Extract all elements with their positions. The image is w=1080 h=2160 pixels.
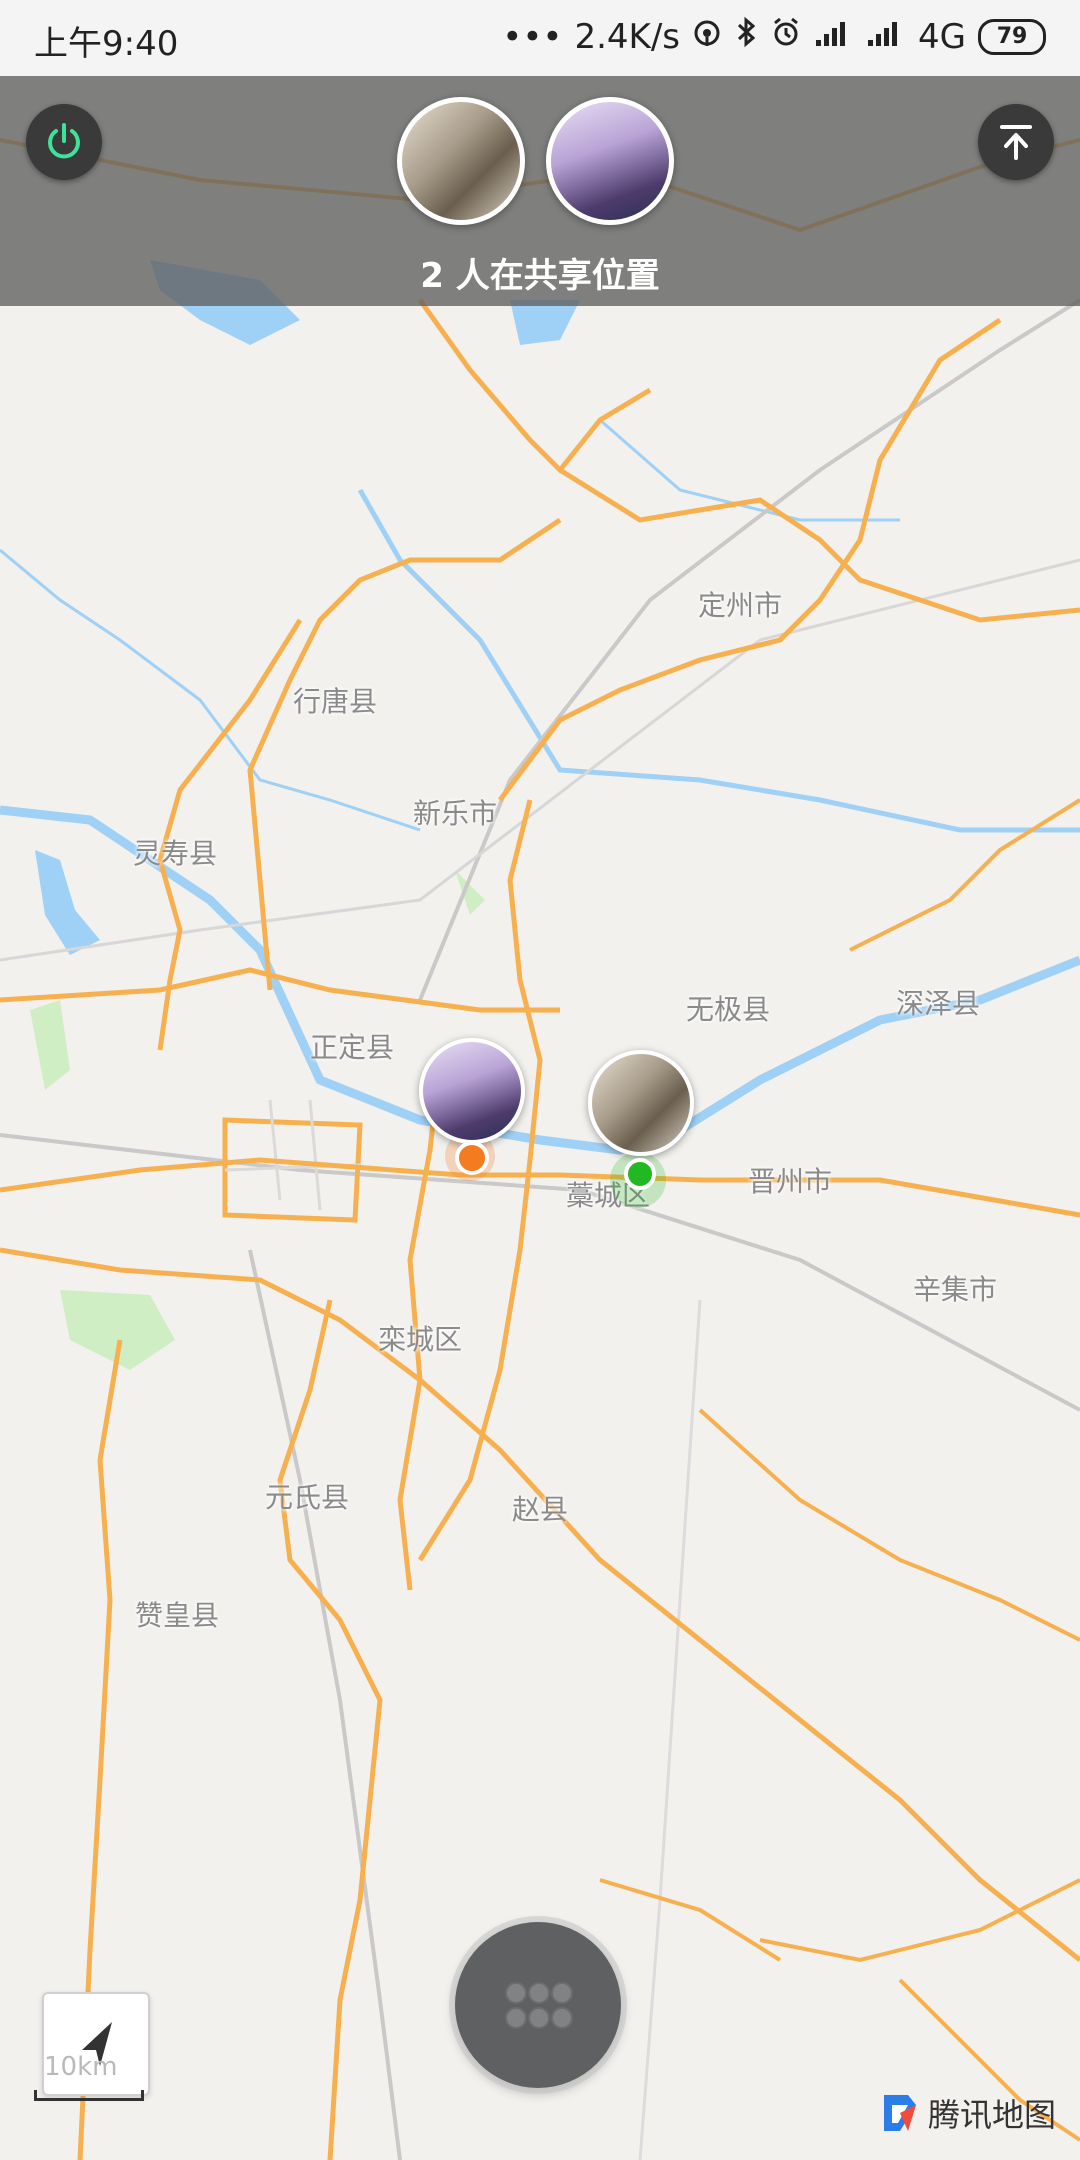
place-label: 深泽县	[895, 987, 981, 1020]
sharing-count-label: 2 人在共享位置	[420, 256, 660, 296]
user-location-dot	[624, 1158, 656, 1190]
place-label: 行唐县	[292, 685, 378, 718]
place-label: 辛集市	[912, 1273, 998, 1306]
status-bar: 上午9:40 ••• 2.4K/s 4G 79	[0, 0, 1080, 76]
arrow-up-to-top-icon	[1000, 125, 1032, 160]
status-time: 上午9:40	[34, 24, 179, 64]
user-location-dot	[455, 1141, 489, 1175]
hotspot-icon	[692, 17, 722, 57]
network-type: 4G	[918, 16, 966, 57]
map-scale-bar	[34, 2090, 144, 2101]
map-brand: 腾讯地图	[878, 2090, 1056, 2136]
place-label: 栾城区	[377, 1323, 463, 1356]
brand-name: 腾讯地图	[928, 2096, 1057, 2134]
place-label: 无极县	[685, 993, 771, 1026]
place-label: 定州市	[697, 589, 783, 622]
bluetooth-icon	[734, 16, 758, 57]
battery-level: 79	[996, 24, 1028, 49]
status-indicators: ••• 2.4K/s 4G 79	[502, 16, 1046, 57]
user-avatar-marker[interactable]	[419, 1038, 525, 1144]
more-dots-icon: •••	[502, 16, 563, 57]
power-icon	[48, 123, 80, 159]
menu-button[interactable]	[455, 1922, 621, 2088]
battery-icon: 79	[978, 18, 1046, 55]
place-label: 赵县	[511, 1493, 569, 1526]
power-button[interactable]	[26, 104, 102, 180]
place-label: 正定县	[309, 1031, 395, 1064]
user-avatar-marker[interactable]	[588, 1050, 694, 1156]
map-view[interactable]: 定州市 行唐县 新乐市 灵寿县 正定县 无极县 深泽县 藁城区 晋州市 辛集市 …	[0, 76, 1080, 2160]
place-label: 新乐市	[412, 797, 498, 830]
place-label: 晋州市	[747, 1165, 833, 1198]
alarm-icon	[770, 16, 802, 57]
network-speed: 2.4K/s	[574, 16, 681, 57]
signal-icon	[814, 17, 854, 57]
map-scale-label: 10km	[44, 2052, 118, 2082]
collapse-up-button[interactable]	[978, 104, 1054, 180]
signal-icon	[866, 17, 906, 57]
user-avatar[interactable]	[397, 97, 525, 225]
map-canvas	[0, 138, 1080, 2160]
place-label: 赞皇县	[134, 1599, 220, 1632]
tencent-map-logo-icon	[884, 2095, 916, 2131]
place-label: 灵寿县	[132, 837, 218, 870]
user-avatar[interactable]	[546, 97, 674, 225]
place-label: 元氏县	[264, 1481, 350, 1514]
